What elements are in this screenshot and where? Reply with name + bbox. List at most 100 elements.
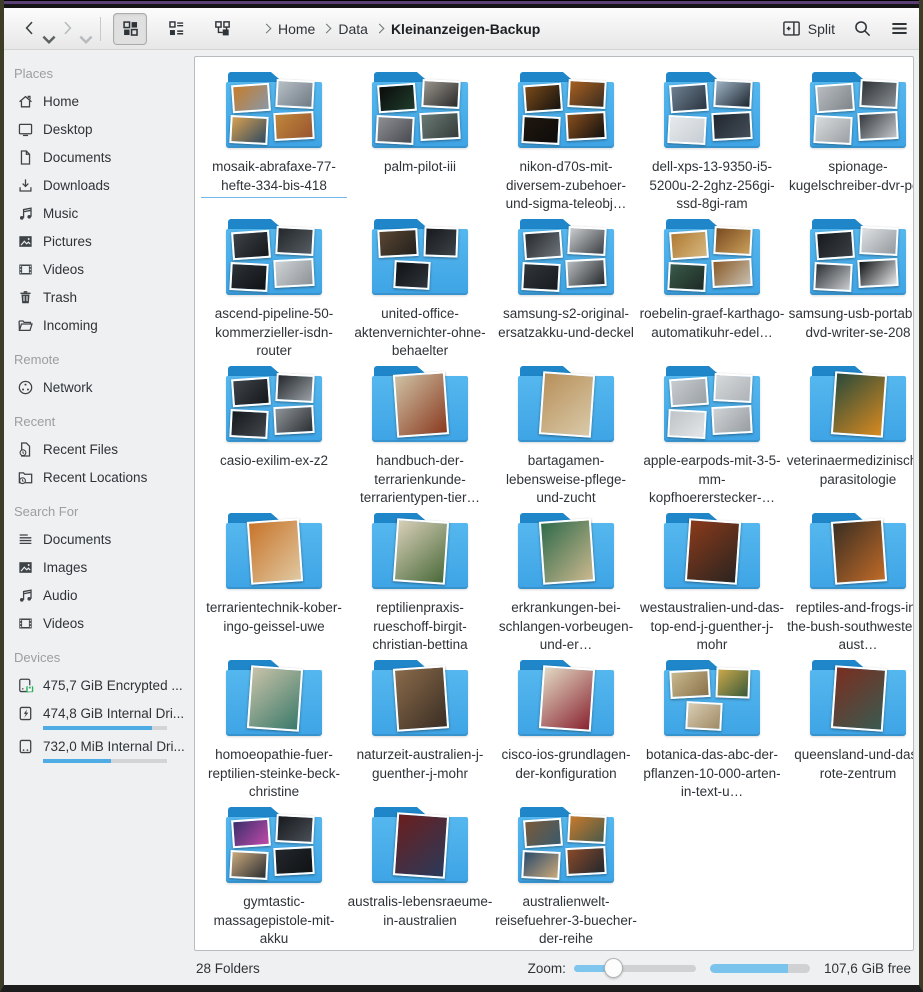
sidebar-item-images[interactable]: Images: [4, 554, 192, 580]
sidebar-item-music[interactable]: Music: [4, 200, 192, 226]
sidebar-item-videos[interactable]: Videos: [4, 610, 192, 636]
sidebar-item-documents[interactable]: Documents: [4, 526, 192, 552]
folder-icon: [372, 807, 468, 883]
folder-icon: [372, 72, 468, 148]
back-button[interactable]: [18, 17, 51, 41]
folder-item-naturzeit-australien-j-guenther-j-mohr[interactable]: naturzeit-australien-j-guenther-j-mohr: [347, 655, 493, 802]
folder-item-reptiles-and-frogs-in-the-bush-southwestern-aust[interactable]: reptiles-and-frogs-in-the-bush-southwest…: [785, 508, 914, 655]
forward-button[interactable]: [55, 17, 88, 41]
sidebar-item-474-8-gib-internal-dri[interactable]: 474,8 GiB Internal Dri...: [4, 700, 192, 726]
folder-item-palm-pilot-iii[interactable]: palm-pilot-iii: [347, 67, 493, 214]
folder-item-veterinaermedizinische-parasitologie[interactable]: veterinaermedizinische-parasitologie: [785, 361, 914, 508]
folder-icon: [372, 513, 468, 589]
sidebar-item-label: Videos: [43, 616, 84, 631]
folder-item-queensland-und-das-rote-zentrum[interactable]: queensland-und-das-rote-zentrum: [785, 655, 914, 802]
sidebar-item-audio[interactable]: Audio: [4, 582, 192, 608]
folder-item-apple-earpods-mit-3-5-mm-kopfhoererstecker[interactable]: apple-earpods-mit-3-5-mm-kopfhoerersteck…: [639, 361, 785, 508]
photo-thumbnail: [713, 79, 752, 109]
folder-item-samsung-s2-original-ersatzakku-und-deckel[interactable]: samsung-s2-original-ersatzakku-und-decke…: [493, 214, 639, 361]
photo-thumbnail: [229, 115, 268, 145]
zoom-slider[interactable]: [574, 958, 696, 978]
folder-icon: [518, 513, 614, 589]
folder-name: australis-lebensraeume-in-australien: [347, 893, 493, 930]
photo-thumbnail: [813, 262, 852, 292]
sidebar-item-pictures[interactable]: Pictures: [4, 228, 192, 254]
split-button[interactable]: Split: [782, 19, 835, 38]
photo-thumbnail: [275, 226, 314, 256]
sidebar-section-title-places: Places: [4, 54, 192, 88]
breadcrumb-separator-icon: [374, 24, 384, 34]
folder-item-australis-lebensraeume-in-australien[interactable]: australis-lebensraeume-in-australien: [347, 802, 493, 949]
search-button[interactable]: [853, 19, 872, 38]
folder-item-homoeopathie-fuer-reptilien-steinke-beck-christine[interactable]: homoeopathie-fuer-reptilien-steinke-beck…: [201, 655, 347, 802]
zoom-slider-handle[interactable]: [604, 958, 623, 978]
folder-item-nikon-d70s-mit-diversem-zubehoer-und-sigma-teleobj[interactable]: nikon-d70s-mit-diversem-zubehoer-und-sig…: [493, 67, 639, 214]
forward-history-caret-icon[interactable]: [77, 31, 85, 39]
folder-item-roebelin-graef-karthago-automatikuhr-edel[interactable]: roebelin-graef-karthago-automatikuhr-ede…: [639, 214, 785, 361]
folder-item-reptilienpraxis-rueschoff-birgit-christian-bettina[interactable]: reptilienpraxis-rueschoff-birgit-christi…: [347, 508, 493, 655]
folder-item-casio-exilim-ex-z2[interactable]: casio-exilim-ex-z2: [201, 361, 347, 508]
sidebar-item-documents[interactable]: Documents: [4, 144, 192, 170]
folder-icon-zone: [518, 67, 614, 153]
folder-icon-zone: [372, 67, 468, 153]
folder-item-samsung-usb-portable-dvd-writer-se-208[interactable]: samsung-usb-portable-dvd-writer-se-208: [785, 214, 914, 361]
tree-view-button[interactable]: [205, 13, 239, 45]
folder-item-botanica-das-abc-der-pflanzen-10-000-arten-in-text-u[interactable]: botanica-das-abc-der-pflanzen-10-000-art…: [639, 655, 785, 802]
sidebar-item-recent-files[interactable]: Recent Files: [4, 436, 192, 462]
breadcrumb-item-kleinanzeigen-backup[interactable]: Kleinanzeigen-Backup: [391, 21, 540, 37]
folder-item-spionage-kugelschreiber-dvr-pen[interactable]: spionage-kugelschreiber-dvr-pen: [785, 67, 914, 214]
sidebar-section-title-remote: Remote: [4, 340, 192, 374]
breadcrumb-item-data[interactable]: Data: [338, 21, 368, 37]
folder-item-ascend-pipeline-50-kommerzieller-isdn-router[interactable]: ascend-pipeline-50-kommerzieller-isdn-ro…: [201, 214, 347, 361]
folder-item-united-office-aktenvernichter-ohne-behaelter[interactable]: united-office-aktenvernichter-ohne-behae…: [347, 214, 493, 361]
sidebar-item-videos[interactable]: Videos: [4, 256, 192, 282]
sidebar-item-trash[interactable]: Trash: [4, 284, 192, 310]
folder-item-australienwelt-reisefuehrer-3-buecher-der-reihe[interactable]: australienwelt-reisefuehrer-3-buecher-de…: [493, 802, 639, 949]
places-panel: PlacesHomeDesktopDocumentsDownloadsMusic…: [4, 50, 192, 951]
photo-thumbnail: [231, 377, 271, 408]
folder-count: 28 Folders: [196, 961, 260, 976]
sidebar-item-label: Pictures: [43, 234, 92, 249]
zoom-label: Zoom:: [528, 961, 566, 976]
folder-item-bartagamen-lebensweise-pflege-und-zucht[interactable]: bartagamen-lebensweise-pflege-und-zucht: [493, 361, 639, 508]
folder-name: gymtastic-massagepistole-mit-akku: [201, 893, 347, 949]
photo-thumbnail: [831, 371, 887, 437]
folder-item-terrarientechnik-kober-ingo-geissel-uwe[interactable]: terrarientechnik-kober-ingo-geissel-uwe: [201, 508, 347, 655]
sidebar-item-home[interactable]: Home: [4, 88, 192, 114]
split-label: Split: [808, 21, 835, 37]
photo-thumbnail: [231, 230, 271, 261]
sidebar-item-desktop[interactable]: Desktop: [4, 116, 192, 142]
folder-view-panel[interactable]: mosaik-abrafaxe-77-hefte-334-bis-418palm…: [194, 56, 914, 951]
folder-item-erkrankungen-bei-schlangen-vorbeugen-und-er[interactable]: erkrankungen-bei-schlangen-vorbeugen-und…: [493, 508, 639, 655]
photo-thumbnail: [567, 226, 606, 256]
icons-view-button[interactable]: [113, 13, 147, 45]
folder-item-westaustralien-und-das-top-end-j-guenther-j-mohr[interactable]: westaustralien-und-das-top-end-j-guenthe…: [639, 508, 785, 655]
menu-button[interactable]: [890, 19, 909, 38]
folder-name: reptiles-and-frogs-in-the-bush-southwest…: [785, 599, 914, 655]
folder-icon-zone: [664, 361, 760, 447]
sidebar-item-recent-locations[interactable]: Recent Locations: [4, 464, 192, 490]
folder-icon-zone: [372, 214, 468, 300]
sidebar-item-732-0-mib-internal-dri[interactable]: 732,0 MiB Internal Dri...: [4, 733, 192, 759]
photo-thumbnail: [669, 377, 709, 408]
photo-thumbnail: [539, 665, 595, 731]
folder-item-dell-xps-13-9350-i5-5200u-2-2ghz-256gi-ssd-8gi-ram[interactable]: dell-xps-13-9350-i5-5200u-2-2ghz-256gi-s…: [639, 67, 785, 214]
back-history-caret-icon[interactable]: [40, 31, 48, 39]
folder-item-handbuch-der-terrarienkunde-terrarientypen-tier[interactable]: handbuch-der-terrarienkunde-terrarientyp…: [347, 361, 493, 508]
sidebar-item-downloads[interactable]: Downloads: [4, 172, 192, 198]
photo-thumbnail: [419, 111, 460, 141]
folder-icon-zone: [226, 802, 322, 888]
folder-item-cisco-ios-grundlagen-der-konfiguration[interactable]: cisco-ios-grundlagen-der-konfiguration: [493, 655, 639, 802]
folder-icon: [226, 513, 322, 589]
folder-icon: [226, 366, 322, 442]
folder-item-mosaik-abrafaxe-77-hefte-334-bis-418[interactable]: mosaik-abrafaxe-77-hefte-334-bis-418: [201, 67, 347, 214]
details-view-button[interactable]: [159, 13, 193, 45]
sidebar-item-475-7-gib-encrypted[interactable]: 475,7 GiB Encrypted ...: [4, 672, 192, 698]
folder-item-gymtastic-massagepistole-mit-akku[interactable]: gymtastic-massagepistole-mit-akku: [201, 802, 347, 949]
back-icon: [21, 19, 39, 37]
folder-icon: [810, 366, 906, 442]
sidebar-item-incoming[interactable]: Incoming: [4, 312, 192, 338]
folder-name: samsung-s2-original-ersatzakku-und-decke…: [493, 305, 639, 342]
sidebar-item-network[interactable]: Network: [4, 374, 192, 400]
breadcrumb-item-home[interactable]: Home: [278, 21, 315, 37]
